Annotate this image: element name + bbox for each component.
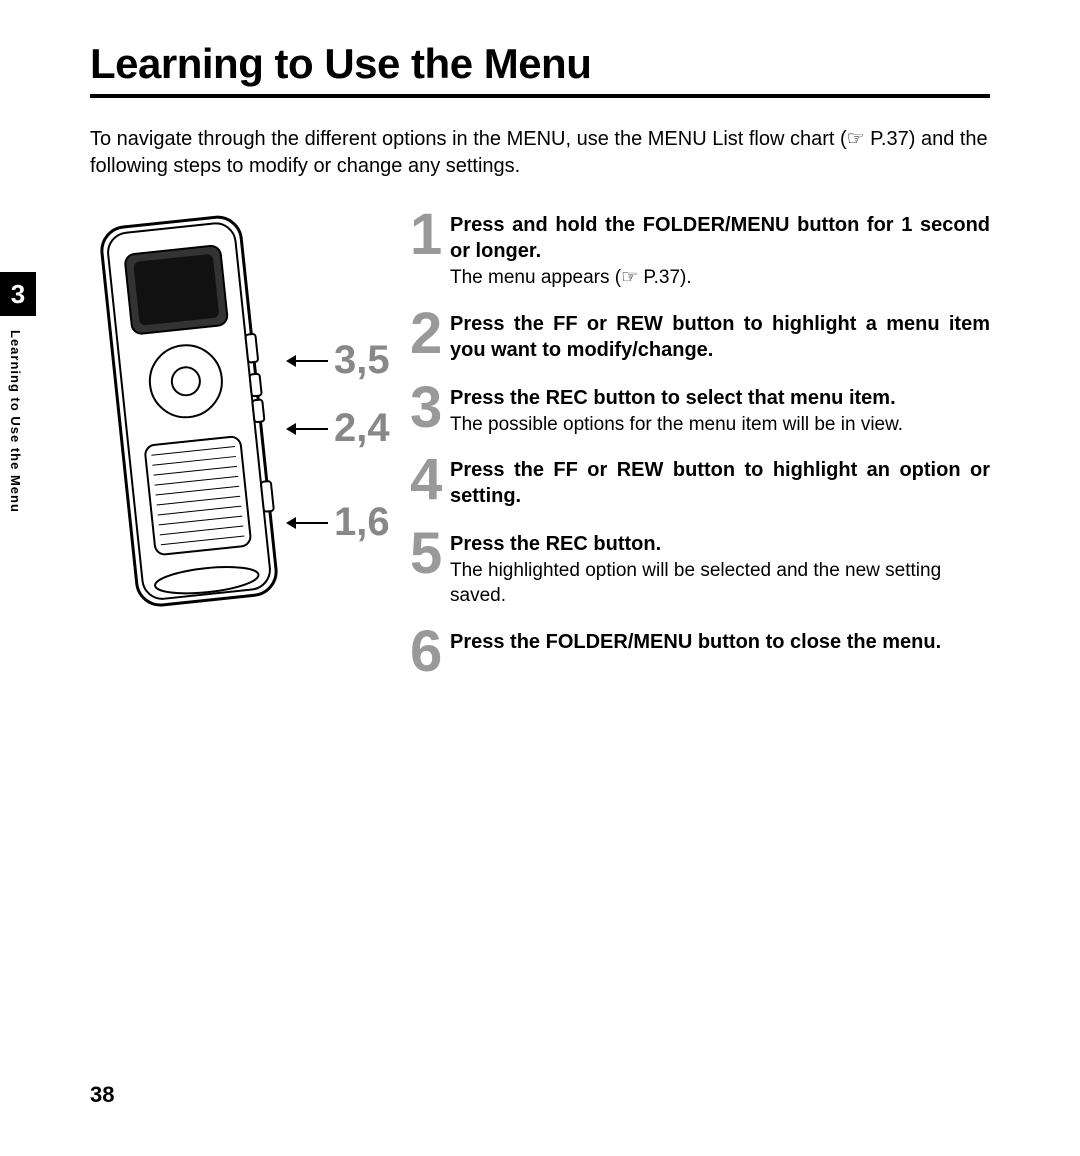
page-number: 38	[90, 1082, 114, 1108]
voice-recorder-illustration	[90, 210, 280, 620]
step-number: 1	[410, 210, 450, 259]
page-title: Learning to Use the Menu	[90, 40, 990, 88]
step-number: 2	[410, 309, 450, 358]
step-item: 3 Press the REC button to select that me…	[410, 383, 990, 438]
step-desc: The menu appears (☞ P.37).	[450, 266, 990, 291]
step-number: 5	[410, 529, 450, 578]
callout-arrow-icon	[288, 428, 328, 430]
callout-3-5: 3,5	[288, 338, 390, 383]
callout-2-4: 2,4	[288, 406, 390, 451]
step-number: 4	[410, 455, 450, 504]
step-number: 6	[410, 627, 450, 676]
side-section-label: Learning to Use the Menu	[8, 330, 23, 513]
callout-1-6: 1,6	[288, 500, 390, 545]
step-title: Press the FF or REW button to highlight …	[450, 457, 990, 509]
intro-text: To navigate through the different option…	[90, 126, 990, 180]
title-rule	[90, 94, 990, 98]
step-number: 3	[410, 383, 450, 432]
step-title: Press the FOLDER/MENU button to close th…	[450, 629, 990, 655]
step-item: 5 Press the REC button. The highlighted …	[410, 529, 990, 608]
step-title: Press the REC button.	[450, 531, 990, 557]
callout-label: 3,5	[334, 338, 390, 383]
callout-arrow-icon	[288, 360, 328, 362]
device-illustration-column: 3,5 2,4 1,6	[90, 210, 390, 694]
callout-label: 1,6	[334, 500, 390, 545]
step-title: Press the REC button to select that menu…	[450, 385, 990, 411]
step-desc: The highlighted option will be selected …	[450, 559, 990, 608]
callout-arrow-icon	[288, 522, 328, 524]
step-item: 1 Press and hold the FOLDER/MENU button …	[410, 210, 990, 291]
step-title: Press and hold the FOLDER/MENU button fo…	[450, 212, 990, 264]
step-item: 6 Press the FOLDER/MENU button to close …	[410, 627, 990, 676]
step-title: Press the FF or REW button to highlight …	[450, 311, 990, 363]
step-desc: The possible options for the menu item w…	[450, 413, 990, 438]
callout-label: 2,4	[334, 406, 390, 451]
steps-list: 1 Press and hold the FOLDER/MENU button …	[410, 210, 990, 694]
step-item: 4 Press the FF or REW button to highligh…	[410, 455, 990, 511]
step-item: 2 Press the FF or REW button to highligh…	[410, 309, 990, 365]
chapter-tab: 3	[0, 272, 36, 316]
